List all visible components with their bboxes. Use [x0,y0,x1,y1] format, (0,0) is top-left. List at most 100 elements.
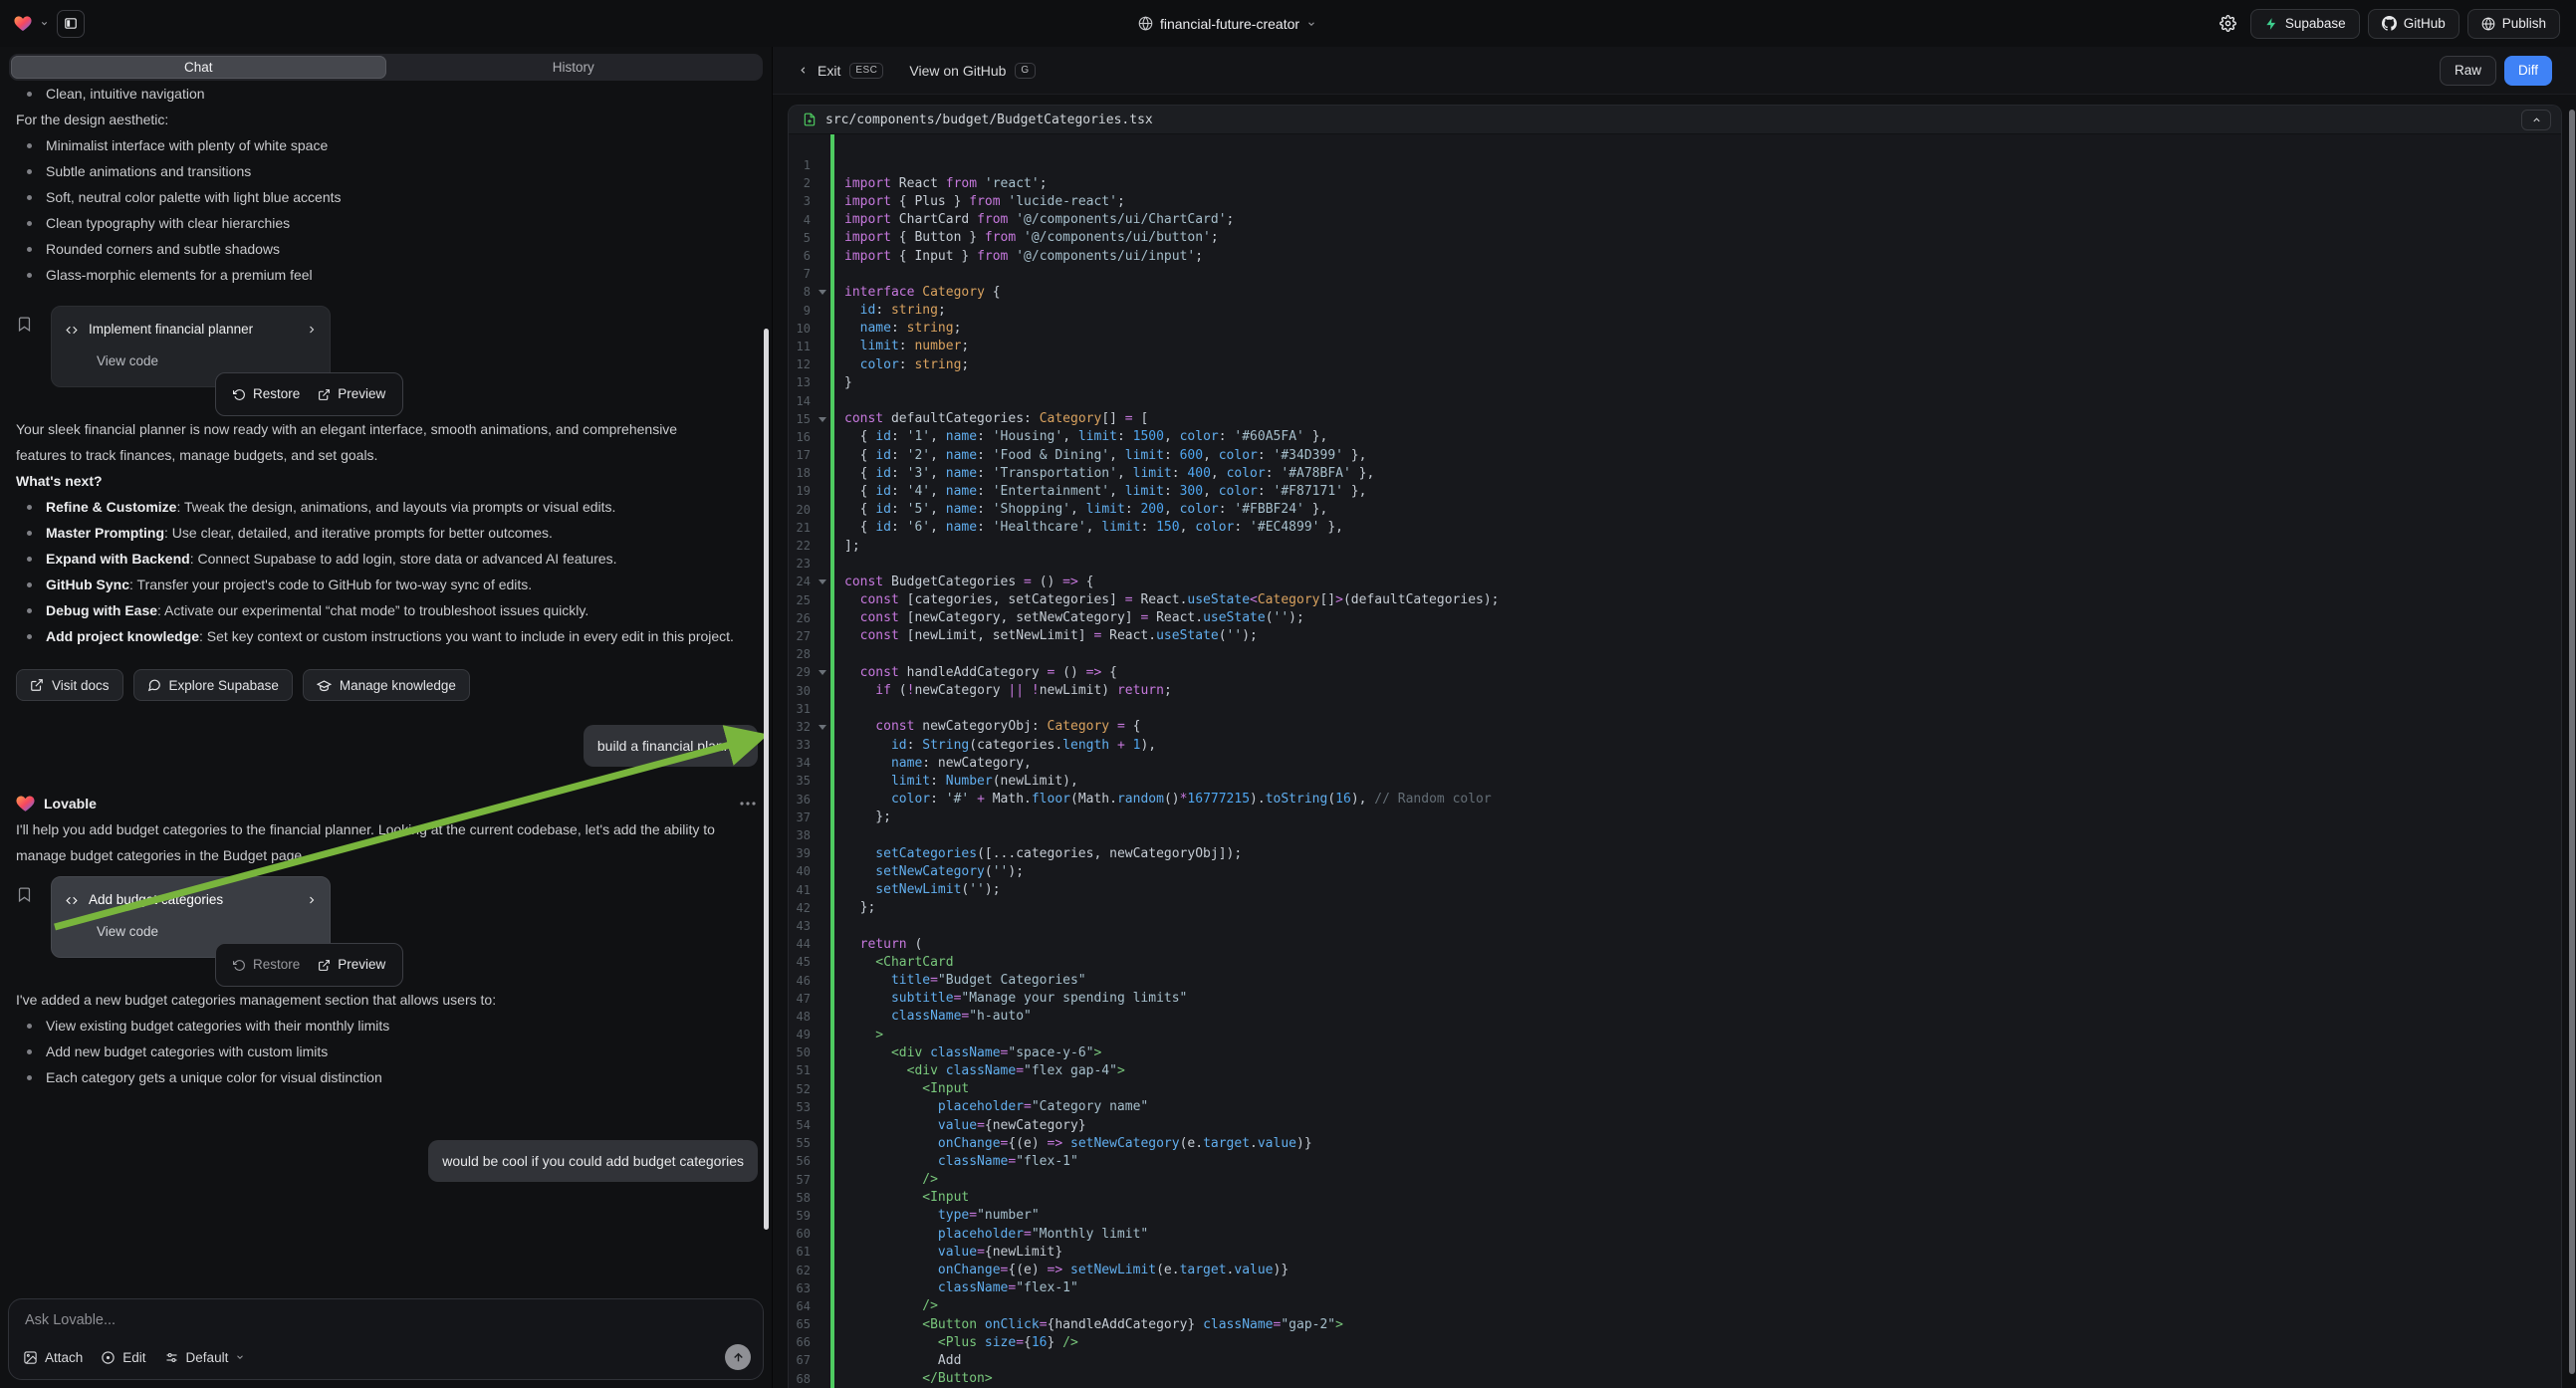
tab-chat[interactable]: Chat [11,56,386,79]
fold-chevron-icon[interactable] [819,290,826,295]
preview-button[interactable]: Preview [311,949,392,981]
code-scrollbar[interactable] [2569,110,2575,1374]
code-line: 31 [789,700,2561,718]
code-line: 34 name: newCategory, [789,754,2561,772]
publish-button[interactable]: Publish [2467,9,2560,39]
view-code-link[interactable]: View code [97,919,318,945]
github-icon [2382,16,2397,31]
settings-button[interactable] [2215,10,2242,38]
tab-history[interactable]: History [386,56,762,79]
code-line: 52 <Input [789,1080,2561,1098]
list-item: Rounded corners and subtle shadows [16,236,756,262]
explore-supabase-button[interactable]: Explore Supabase [133,669,293,701]
chat-scrollbar[interactable] [764,329,769,1230]
list-item: GitHub Sync: Transfer your project's cod… [16,572,756,597]
code-line: 42 }; [789,899,2561,917]
fold-chevron-icon[interactable] [819,417,826,422]
github-label: GitHub [2404,16,2446,31]
file-path-row[interactable]: src/components/budget/BudgetCategories.t… [789,106,2561,134]
chevron-down-icon [235,1352,245,1362]
step-title: Refine & Customize [46,499,176,515]
code-line: 39 setCategories([...categories, newCate… [789,844,2561,862]
exit-button[interactable]: Exit esc [798,63,883,79]
code-line: 14 [789,391,2561,409]
fold-chevron-icon[interactable] [819,670,826,675]
whats-next-heading: What's next? [16,468,756,494]
edit-mode-button[interactable]: Edit [101,1350,145,1365]
code-lines: 12import React from 'react';3import { Pl… [789,156,2561,1388]
list-item: View existing budget categories with the… [16,1013,756,1039]
raw-toggle-button[interactable]: Raw [2440,56,2496,86]
view-code-link[interactable]: View code [97,348,318,374]
code-line: 21 { id: '6', name: 'Healthcare', limit:… [789,519,2561,537]
design-aesthetic-intro: For the design aesthetic: [16,107,756,132]
github-button[interactable]: GitHub [2368,9,2459,39]
preview-icon [318,388,331,401]
collapse-file-button[interactable] [2521,110,2551,130]
code-line: 50 <div className="space-y-6"> [789,1043,2561,1061]
list-item: Minimalist interface with plenty of whit… [16,132,756,158]
bookmark-icon[interactable] [16,316,33,333]
step-title: Master Prompting [46,525,164,541]
list-item: Debug with Ease: Activate our experiment… [16,597,756,623]
preview-icon [318,959,331,972]
step-title: Add project knowledge [46,628,199,644]
code-line: 43 [789,917,2561,935]
code-line: 29 const handleAddCategory = () => { [789,663,2561,681]
code-line: 22]; [789,537,2561,555]
added-features-list: View existing budget categories with the… [16,1013,756,1090]
user-message-row: build a financial planner [16,725,758,767]
code-line: 30 if (!newCategory || !newLimit) return… [789,681,2561,699]
visit-docs-label: Visit docs [52,678,110,693]
code-line: 18 { id: '3', name: 'Transportation', li… [789,464,2561,482]
diff-toggle-button[interactable]: Diff [2504,56,2552,86]
code-line: 48 className="h-auto" [789,1008,2561,1026]
quick-actions-row: Visit docs Explore Supabase Manage knowl… [16,669,756,701]
supabase-button[interactable]: Supabase [2250,9,2360,39]
code-line: 9 id: string; [789,302,2561,320]
code-line: 6import { Input } from '@/components/ui/… [789,247,2561,265]
code-line: 3import { Plus } from 'lucide-react'; [789,192,2561,210]
code-file-card: src/components/budget/BudgetCategories.t… [788,105,2562,1388]
chevron-left-icon [798,65,809,76]
code-line: 60 placeholder="Monthly limit" [789,1225,2561,1243]
navigation-bullet-list: Clean, intuitive navigation [16,81,756,107]
step-title: Debug with Ease [46,602,157,618]
user-message-row: would be cool if you could add budget ca… [16,1140,758,1182]
visit-docs-button[interactable]: Visit docs [16,669,123,701]
code-line: 35 limit: Number(newLimit), [789,772,2561,790]
attach-button[interactable]: Attach [23,1350,83,1365]
manage-knowledge-button[interactable]: Manage knowledge [303,669,470,701]
project-switcher[interactable]: financial-future-creator [313,16,2142,32]
message-menu-icon[interactable] [740,802,756,806]
code-line: 40 setNewCategory(''); [789,862,2561,880]
model-selector[interactable]: Default [164,1350,246,1365]
code-line: 12 color: string; [789,355,2561,373]
chat-history-tabs: Chat History [9,54,763,81]
fold-chevron-icon[interactable] [819,725,826,730]
list-item: Master Prompting: Use clear, detailed, a… [16,520,756,546]
lovable-logo-icon[interactable] [14,15,32,32]
chat-input[interactable] [23,1311,717,1329]
code-line: 65 <Button onClick={handleAddCategory} c… [789,1315,2561,1333]
code-line: 56 className="flex-1" [789,1152,2561,1170]
code-line: 44 return ( [789,935,2561,953]
code-editor[interactable]: 12import React from 'react';3import { Pl… [789,134,2561,1388]
list-item: Subtle animations and transitions [16,158,756,184]
send-button[interactable] [725,1344,751,1370]
bookmark-icon[interactable] [16,886,33,903]
step-desc: : Connect Supabase to add login, store d… [190,551,617,567]
restore-button[interactable]: Restore [226,378,307,410]
code-line: 20 { id: '5', name: 'Shopping', limit: 2… [789,501,2561,519]
user-message-bubble: build a financial planner [584,725,758,767]
step-desc: : Use clear, detailed, and iterative pro… [164,525,553,541]
view-on-github-label: View on GitHub [909,63,1006,79]
fold-chevron-icon[interactable] [819,579,826,584]
message-bubble-icon [147,678,161,692]
restore-button[interactable]: Restore [226,949,307,981]
sidebar-toggle-button[interactable] [57,10,85,38]
preview-button[interactable]: Preview [311,378,392,410]
graduation-cap-icon [317,678,332,693]
view-on-github-button[interactable]: View on GitHub G [909,63,1035,79]
logo-chevron-down-icon[interactable] [40,19,49,28]
